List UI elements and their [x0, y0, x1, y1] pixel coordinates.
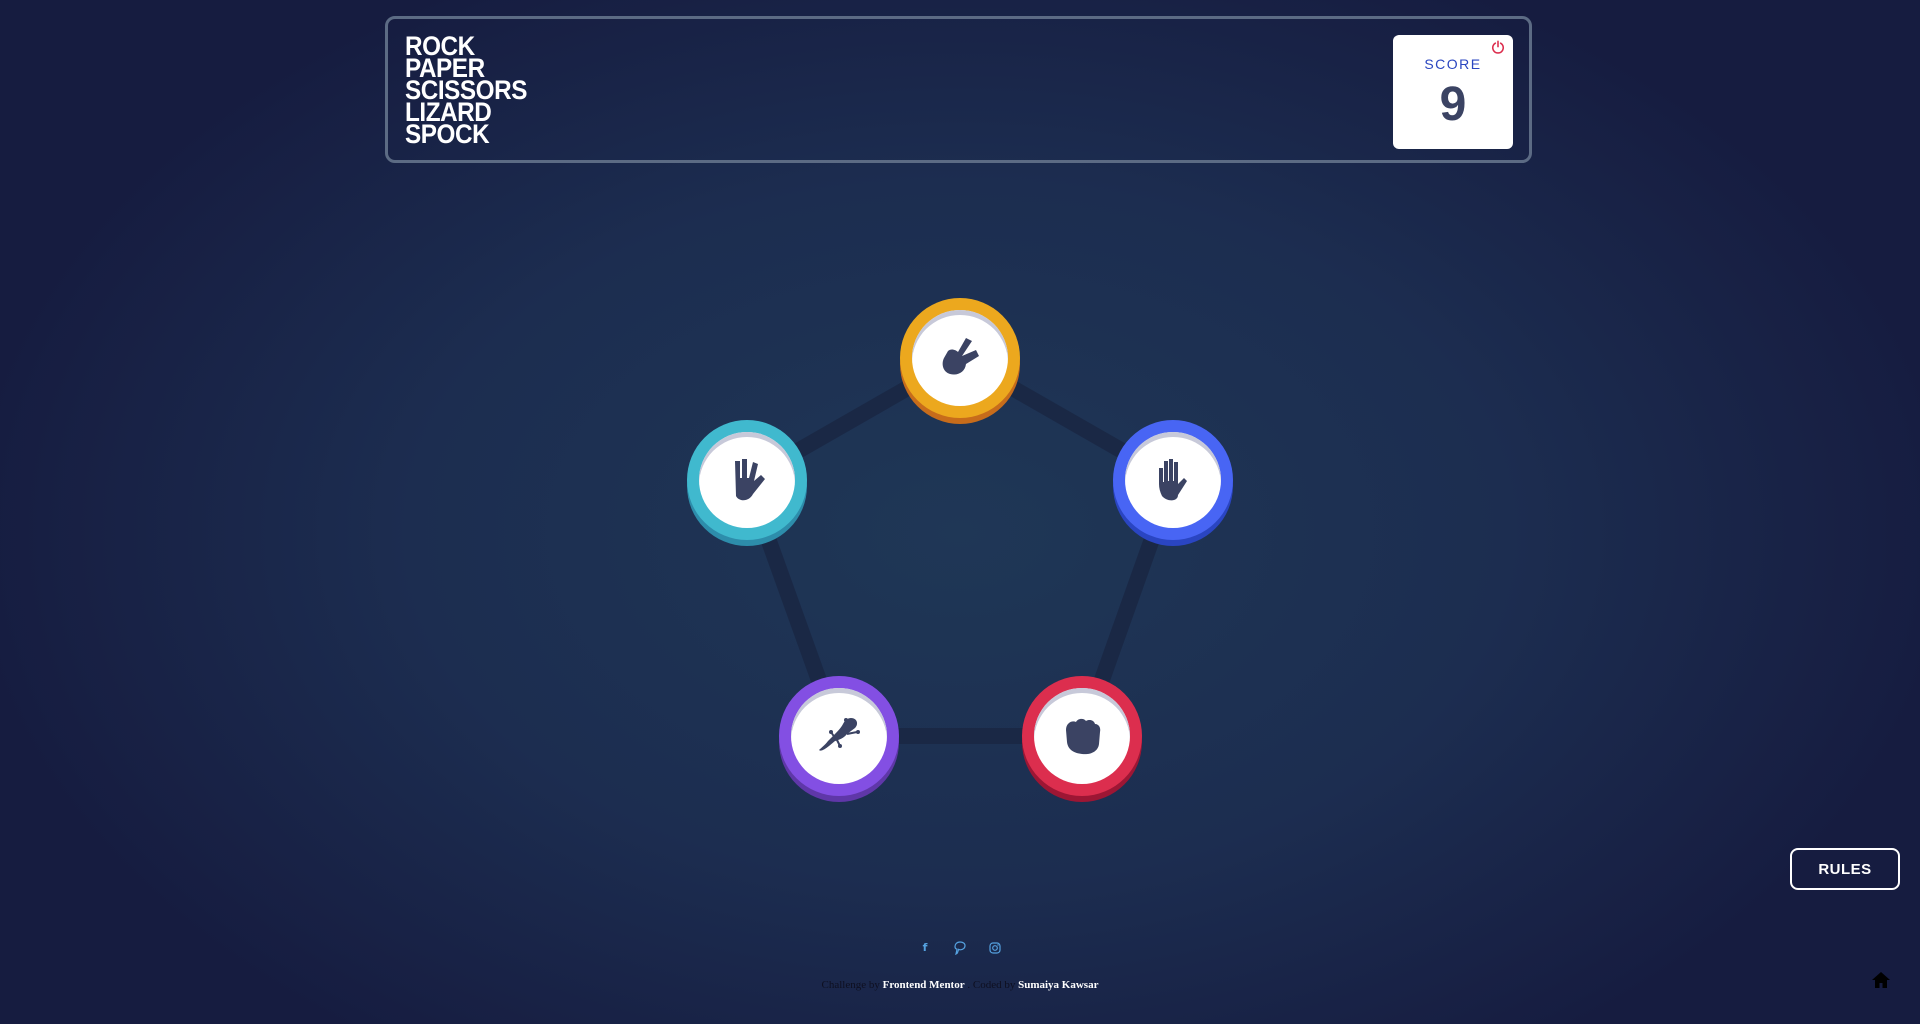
- frontend-mentor-link[interactable]: Frontend Mentor: [883, 979, 965, 991]
- spock-token[interactable]: [687, 420, 807, 540]
- challenge-prefix: Challenge by: [821, 979, 880, 991]
- instagram-icon[interactable]: [987, 940, 1003, 956]
- lizard-icon: [819, 718, 860, 751]
- facebook-icon[interactable]: f: [917, 940, 933, 956]
- attribution: Challenge by Frontend Mentor . Coded by …: [0, 979, 1920, 991]
- scissors-token[interactable]: [900, 298, 1020, 418]
- lizard-token[interactable]: [779, 676, 899, 796]
- rules-button[interactable]: RULES: [1790, 848, 1900, 890]
- paper-token[interactable]: [1113, 420, 1233, 540]
- home-icon[interactable]: [1871, 970, 1891, 990]
- scissors-hand-icon: [942, 338, 979, 375]
- pentagon-lines: [739, 350, 1181, 744]
- game-board: [0, 0, 1920, 1024]
- coded-prefix: . Coded by: [967, 979, 1016, 991]
- paper-hand-icon: [1159, 459, 1187, 501]
- rock-fist-icon: [1066, 718, 1101, 755]
- spock-hand-icon: [735, 459, 765, 501]
- rock-token[interactable]: [1022, 676, 1142, 796]
- social-links: f: [917, 940, 1007, 956]
- pinterest-icon[interactable]: [952, 940, 968, 956]
- author-link[interactable]: Sumaiya Kawsar: [1018, 979, 1098, 991]
